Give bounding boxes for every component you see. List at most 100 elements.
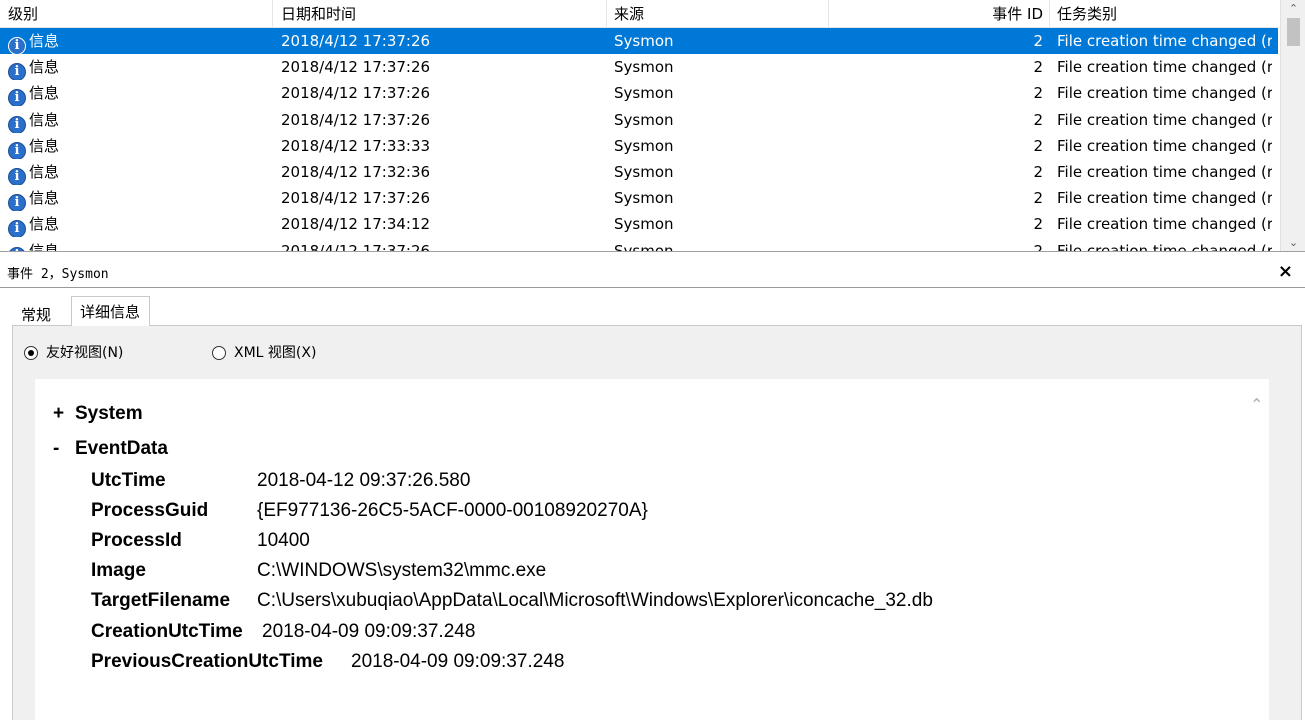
column-divider[interactable] [606,0,607,28]
field-key: ProcessGuid [91,500,209,522]
column-header-source[interactable]: 来源 [614,0,644,28]
field-value: 10400 [257,530,310,552]
close-icon[interactable]: × [1278,261,1293,282]
event-field: Image C:\WINDOWS\system32\mmc.exe [91,560,546,590]
xml-view-option[interactable]: XML 视图(X) [212,343,316,363]
datetime-cell: 2018/4/12 17:34:12 [281,215,431,234]
column-header-task-category[interactable]: 任务类别 [1057,0,1117,28]
source-cell: Sysmon [614,162,674,181]
source-cell: Sysmon [614,110,674,129]
event-id-cell: 2 [1033,189,1043,208]
table-row[interactable]: i信息 2018/4/12 17:37:26 Sysmon 2 File creatio… [0,28,1278,55]
detail-title-bar: 事件 2，Sysmon × [0,258,1305,288]
expand-icon[interactable]: + [53,403,75,425]
table-row[interactable]: i 信息 2018/4/12 17:32:36 Sysmon 2 File creatio… [0,159,1278,185]
tab-details[interactable]: 详细信息 [71,296,150,326]
tree-node-system[interactable]: + System [53,403,143,425]
column-divider[interactable] [1049,0,1050,28]
xml-view-label: XML 视图(X) [234,345,317,361]
table-row[interactable]: i信息 2018/4/12 17:37:26 Sysmon 2 File creatio… [0,238,1278,252]
friendly-view-label: 友好视图(N) [46,345,124,361]
task-category-cell: File creation time changed (r... [1057,84,1272,103]
table-row[interactable]: i 信息 2018/4/12 17:33:33 Sysmon 2 File creatio… [0,133,1278,159]
scroll-down-icon[interactable]: ⌄ [1281,234,1305,251]
detail-title: 事件 2，Sysmon [7,267,109,282]
datetime-cell: 2018/4/12 17:37:26 [281,241,431,252]
level-cell: i信息 [8,185,268,212]
friendly-view-option[interactable]: 友好视图(N) [24,343,123,363]
field-key: TargetFilename [91,590,231,612]
scroll-up-icon[interactable]: ⌃ [1250,395,1263,414]
info-icon: i [8,167,26,185]
column-header-event-id[interactable]: 事件 ID [830,0,1043,28]
scroll-thumb[interactable] [1287,18,1300,46]
level-label: 信息 [29,136,60,155]
source-cell: Sysmon [614,32,674,50]
field-key: PreviousCreationUtcTime [91,650,323,672]
field-key: UtcTime [91,470,166,491]
level-label: 信息 [29,110,60,129]
task-category-cell: File creation time changed (r... [1057,215,1272,234]
event-id-cell: 2 [1033,162,1043,181]
source-cell: Sysmon [614,189,674,208]
event-id-cell: 2 [1033,32,1043,50]
datetime-cell: 2018/4/12 17:37:26 [281,110,431,129]
table-row[interactable]: i 信息 2018/4/12 17:34:12 Sysmon 2 File creatio… [0,211,1278,238]
datetime-cell: 2018/4/12 17:32:36 [281,162,431,181]
source-cell: Sysmon [614,84,674,103]
level-cell: i信息 [8,107,268,133]
table-row[interactable]: i信息 2018/4/12 17:37:26 Sysmon 2 File creatio… [0,185,1278,212]
source-cell: Sysmon [614,136,674,155]
task-category-cell: File creation time changed (r... [1057,136,1272,155]
info-icon: i [8,141,26,159]
source-cell: Sysmon [614,241,674,252]
tree-node-label: System [75,403,143,424]
datetime-cell: 2018/4/12 17:37:26 [281,84,431,103]
tree-node-label: EventData [75,438,168,459]
column-divider[interactable] [272,0,273,28]
field-value: 2018-04-09 09:09:37.248 [351,650,565,672]
field-key: ProcessId [91,530,182,552]
level-label: 信息 [29,84,60,103]
field-value: C:\Users\xubuqiao\AppData\Local\Microsof… [257,590,933,612]
table-row[interactable]: i信息 2018/4/12 17:37:26 Sysmon 2 File creatio… [0,80,1278,107]
task-category-cell: File creation time changed (r... [1057,58,1272,77]
event-field: TargetFilename C:\Users\xubuqiao\AppData\… [91,590,933,620]
scroll-up-icon[interactable]: ⌃ [1281,0,1305,18]
source-cell: Sysmon [614,215,674,234]
event-field: ProcessGuid {EF977136-26C5-5ACF-0000-0010… [91,500,648,530]
level-label: 信息 [29,241,60,252]
table-row[interactable]: i信息 2018/4/12 17:37:26 Sysmon 2 File creatio… [0,107,1278,133]
event-field: ProcessId 10400 [91,530,310,560]
event-field: UtcTime 2018-04-12 09:37:26.580 [91,470,470,500]
info-icon: i [8,115,26,133]
table-row[interactable]: i信息 2018/4/12 17:37:26 Sysmon 2 File creatio… [0,54,1278,81]
collapse-icon[interactable]: - [53,438,75,460]
tab-general[interactable]: 常规 [12,299,60,326]
field-value: {EF977136-26C5-5ACF-0000-00108920270A} [257,500,648,522]
datetime-cell: 2018/4/12 17:37:26 [281,58,431,77]
radio-checked-icon[interactable] [24,346,38,360]
tree-node-eventdata[interactable]: - EventData [53,438,168,460]
level-label: 信息 [29,32,60,50]
task-category-cell: File creation time changed (r... [1057,189,1272,208]
level-cell: i信息 [8,28,268,54]
level-cell: i信息 [8,133,268,159]
radio-unchecked-icon[interactable] [212,346,226,360]
event-list: 级别 日期和时间 来源 事件 ID 任务类别 ^ i信息2018/4/12 17… [0,0,1305,252]
task-category-cell: File creation time changed (r... [1057,241,1272,252]
column-divider[interactable] [828,0,829,28]
datetime-cell: 2018/4/12 17:37:26 [281,189,431,208]
field-value: 2018-04-12 09:37:26.580 [257,470,471,491]
level-label: 信息 [29,215,60,234]
info-icon: i [8,89,26,107]
column-header-level[interactable]: 级别 [8,0,38,28]
list-scrollbar[interactable]: ⌃ ⌄ [1280,0,1305,251]
info-icon: i [8,37,26,54]
source-cell: Sysmon [614,58,674,77]
datetime-cell: 2018/4/12 17:33:33 [281,136,431,155]
datetime-cell: 2018/4/12 17:37:26 [281,32,431,50]
column-header-datetime[interactable]: 日期和时间 [281,0,356,28]
level-label: 信息 [29,58,60,77]
level-label: 信息 [29,189,60,208]
